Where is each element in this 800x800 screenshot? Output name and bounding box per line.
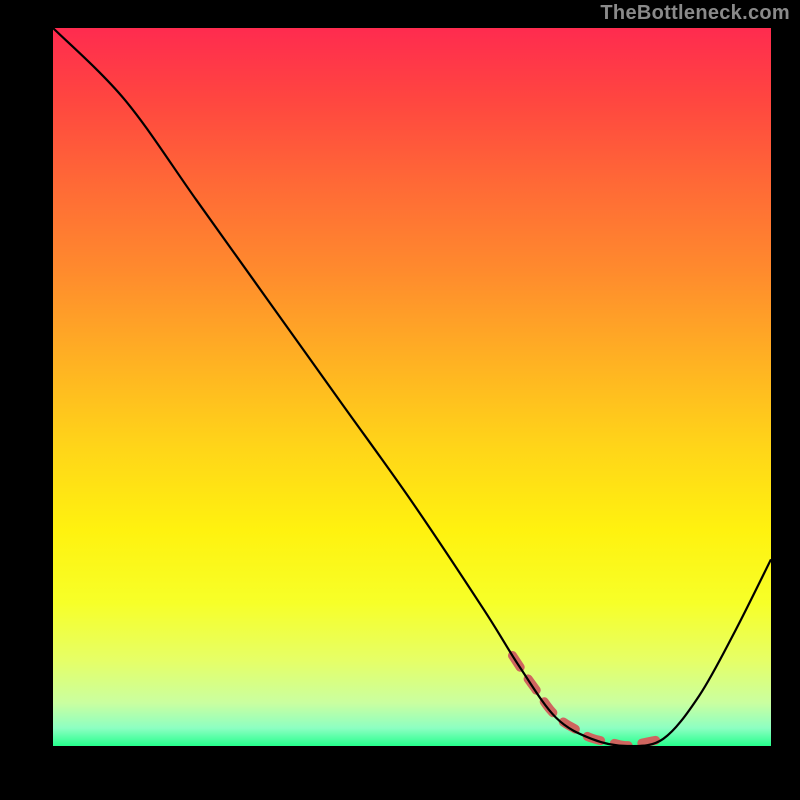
watermark-text: TheBottleneck.com bbox=[600, 2, 790, 25]
bottleneck-curve bbox=[53, 28, 771, 746]
chart-frame: TheBottleneck.com bbox=[0, 0, 800, 800]
highlight-segment bbox=[513, 656, 664, 746]
plot-area bbox=[53, 28, 771, 746]
curve-layer bbox=[53, 28, 771, 746]
